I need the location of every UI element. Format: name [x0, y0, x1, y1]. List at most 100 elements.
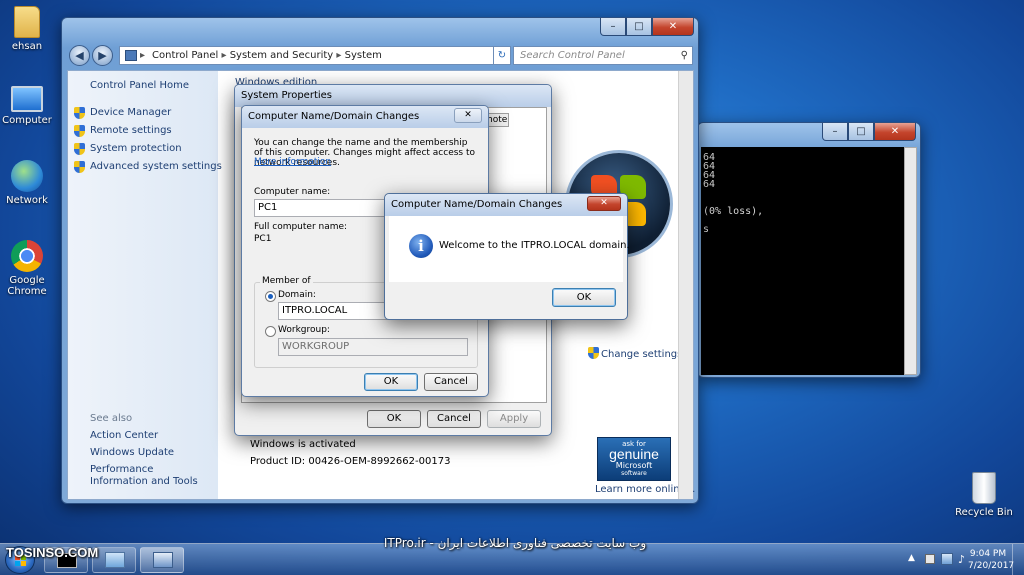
- clock-date: 7/20/2017: [968, 561, 1015, 571]
- domain-label: Domain:: [278, 290, 316, 300]
- console-output: 64 64 64 64 (0% loss), s: [701, 147, 904, 375]
- action-center-flag-icon[interactable]: [925, 554, 935, 564]
- maximize-button[interactable]: □: [848, 123, 874, 141]
- console-window[interactable]: – □ ✕ 64 64 64 64 (0% loss), s: [697, 122, 921, 378]
- cp-scrollbar[interactable]: [678, 71, 693, 499]
- close-button[interactable]: ✕: [652, 18, 694, 36]
- windows-update-link[interactable]: Windows Update: [90, 447, 174, 458]
- desktop-icon-network[interactable]: Network: [0, 160, 59, 206]
- chrome-icon: [11, 240, 43, 272]
- taskbar-network-button[interactable]: [92, 547, 136, 573]
- more-information-link[interactable]: More information: [254, 157, 331, 167]
- control-panel-icon: [125, 50, 137, 61]
- remote-settings-link[interactable]: Remote settings: [74, 125, 172, 137]
- apply-button[interactable]: Apply: [487, 410, 541, 428]
- watermark-center: وب سایت تخصصی فناوری اطلاعات ایران - ITP…: [383, 536, 647, 550]
- computer-name-dialog-title: Computer Name/Domain Changes: [242, 106, 488, 128]
- desktop-icon-ehsan[interactable]: ehsan: [0, 6, 59, 52]
- desktop-icon-label: Google Chrome: [7, 275, 47, 297]
- action-center-link[interactable]: Action Center: [90, 430, 158, 441]
- device-manager-link[interactable]: Device Manager: [74, 107, 171, 119]
- show-desktop-button[interactable]: [1012, 544, 1024, 575]
- cp-home-link[interactable]: Control Panel Home: [90, 80, 189, 91]
- desktop-icon-chrome[interactable]: Google Chrome: [0, 240, 59, 297]
- desktop-icon-computer[interactable]: Computer: [0, 86, 59, 126]
- desktop-icon-label: Computer: [2, 115, 52, 126]
- ok-button[interactable]: OK: [367, 410, 421, 428]
- workgroup-radio[interactable]: [265, 326, 276, 337]
- logo-flag-yellow: [21, 561, 26, 566]
- back-button[interactable]: ◀: [69, 45, 90, 66]
- system-protection-link[interactable]: System protection: [74, 143, 182, 155]
- desktop-icon-label: ehsan: [11, 41, 43, 52]
- shield-icon: [74, 125, 85, 137]
- info-icon: i: [409, 234, 433, 258]
- network-tray-icon[interactable]: [941, 553, 953, 565]
- welcome-message: Welcome to the ITPRO.LOCAL domain.: [439, 240, 630, 251]
- genuine-badge[interactable]: ask for genuine Microsoft software: [597, 437, 671, 481]
- refresh-icon[interactable]: ↻: [493, 46, 511, 65]
- cancel-button[interactable]: Cancel: [427, 410, 481, 428]
- search-input[interactable]: Search Control Panel ⚲: [513, 46, 693, 65]
- close-button[interactable]: ✕: [454, 108, 482, 123]
- console-caption-buttons: – □ ✕: [822, 123, 916, 141]
- address-bar-row: ◀ ▶ ▸ Control Panel ▸ System and Securit…: [67, 42, 694, 68]
- desktop-icon-label: Network: [6, 195, 48, 206]
- workgroup-field[interactable]: WORKGROUP: [278, 338, 468, 356]
- welcome-message-area: i Welcome to the ITPRO.LOCAL domain.: [389, 216, 630, 282]
- chevron-icon: ▸: [140, 50, 146, 61]
- full-name-label: Full computer name:: [254, 222, 348, 232]
- folder-icon: [14, 6, 40, 38]
- full-name-value: PC1: [254, 234, 272, 244]
- clock[interactable]: 9:04 PM 7/20/2017: [968, 548, 1015, 572]
- tray-chevron-icon[interactable]: ▲: [908, 553, 915, 563]
- workgroup-label: Workgroup:: [278, 325, 330, 335]
- search-icon: ⚲: [680, 50, 688, 61]
- breadcrumb-control-panel[interactable]: Control Panel: [152, 50, 218, 61]
- member-of-label: Member of: [260, 276, 313, 286]
- chevron-icon: ▸: [221, 50, 230, 61]
- cp-left-pane: Control Panel Home Device Manager Remote…: [68, 71, 222, 499]
- network-icon: [105, 552, 125, 568]
- control-panel-icon: [153, 552, 173, 568]
- minimize-button[interactable]: –: [822, 123, 848, 141]
- ok-button[interactable]: OK: [364, 373, 418, 391]
- shield-icon: [74, 143, 85, 155]
- welcome-dialog[interactable]: Computer Name/Domain Changes ✕ i Welcome…: [384, 193, 630, 320]
- breadcrumb-system[interactable]: System: [345, 50, 382, 61]
- system-properties-title: System Properties: [235, 85, 551, 107]
- shield-icon: [74, 107, 85, 119]
- address-bar[interactable]: ▸ Control Panel ▸ System and Security ▸ …: [119, 46, 504, 65]
- shield-icon: [74, 161, 85, 173]
- minimize-button[interactable]: –: [600, 18, 626, 36]
- windows-activated-text: Windows is activated: [250, 439, 356, 450]
- network-globe-icon: [11, 160, 43, 192]
- shield-icon: [588, 347, 599, 359]
- chevron-icon: ▸: [336, 50, 345, 61]
- advanced-settings-link[interactable]: Advanced system settings: [74, 161, 222, 173]
- ok-button[interactable]: OK: [552, 288, 616, 307]
- see-also-heading: See also: [90, 413, 133, 424]
- domain-radio[interactable]: [265, 291, 276, 302]
- logo-flag-blue: [15, 561, 20, 566]
- change-settings-link[interactable]: Change settings: [588, 345, 682, 360]
- breadcrumb-system-security[interactable]: System and Security: [230, 50, 334, 61]
- cp-caption-buttons: – □ ✕: [600, 18, 694, 36]
- close-button[interactable]: ✕: [874, 123, 916, 141]
- taskbar-control-panel-button[interactable]: [140, 547, 184, 573]
- watermark-left: TOSINSO.COM: [6, 545, 99, 560]
- clock-time: 9:04 PM: [969, 549, 1007, 559]
- forward-button[interactable]: ▶: [92, 45, 113, 66]
- recycle-bin-icon: [972, 472, 996, 504]
- desktop-icon-label: Recycle Bin: [955, 507, 1013, 518]
- computer-name-label: Computer name:: [254, 187, 331, 197]
- computer-icon: [11, 86, 43, 112]
- console-scrollbar[interactable]: [904, 147, 917, 375]
- cancel-button[interactable]: Cancel: [424, 373, 478, 391]
- performance-info-link[interactable]: Performance Information and Tools: [90, 464, 214, 488]
- volume-icon[interactable]: ♪: [958, 553, 965, 566]
- product-id-text: Product ID: 00426-OEM-8992662-00173: [250, 456, 451, 467]
- maximize-button[interactable]: □: [626, 18, 652, 36]
- close-button[interactable]: ✕: [587, 196, 621, 211]
- desktop-icon-recycle-bin[interactable]: Recycle Bin: [952, 472, 1016, 518]
